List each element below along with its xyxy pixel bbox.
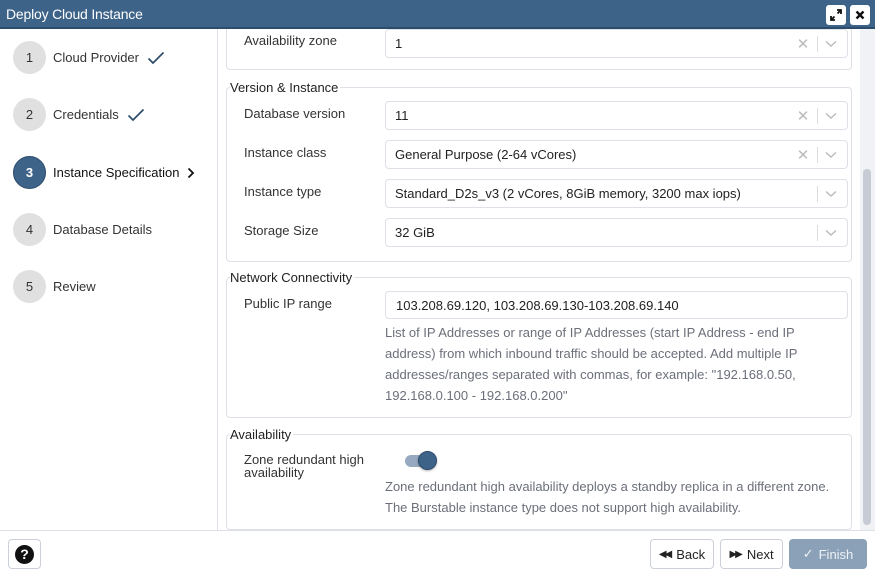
- dialog-title: Deploy Cloud Instance: [6, 5, 143, 22]
- form-content: Availability zone 1 ✕ Database version 1…: [219, 29, 860, 530]
- instance-class-label: Instance class: [244, 145, 327, 160]
- checkmark-icon: [147, 51, 165, 65]
- step-number: 2: [13, 98, 46, 131]
- dialog-footer: ? ◀◀ Back ▶▶ Next ✓ Finish: [0, 530, 875, 578]
- chevron-down-icon[interactable]: [824, 151, 838, 159]
- finish-button[interactable]: ✓ Finish: [789, 539, 867, 569]
- step-number: 5: [13, 270, 46, 303]
- step-number: 3: [13, 156, 46, 189]
- clear-icon[interactable]: ✕: [795, 146, 811, 164]
- public-ip-label: Public IP range: [244, 296, 332, 311]
- network-legend: Network Connectivity: [230, 270, 355, 285]
- public-ip-help: List of IP Addresses or range of IP Addr…: [385, 325, 798, 403]
- chevron-down-icon[interactable]: [824, 112, 838, 120]
- rewind-icon: ◀◀: [658, 548, 672, 560]
- clear-icon[interactable]: ✕: [795, 107, 811, 125]
- availability-legend: Availability: [230, 427, 294, 442]
- availability-zone-value: 1: [395, 36, 403, 51]
- zone-redundant-label: Zone redundant high availability: [244, 452, 364, 480]
- version-instance-fieldset: Database version 11 ✕ Instance class Gen…: [226, 87, 852, 262]
- fast-forward-icon: ▶▶: [729, 548, 742, 560]
- step-cloud-provider[interactable]: 1 Cloud Provider: [13, 41, 165, 74]
- clear-icon[interactable]: ✕: [795, 35, 811, 53]
- wizard-steps: 1 Cloud Provider 2 Credentials 3 Instanc…: [0, 29, 218, 530]
- instance-type-value: Standard_D2s_v3 (2 vCores, 8GiB memory, …: [395, 186, 741, 201]
- separator: [817, 35, 818, 52]
- scrollbar[interactable]: [860, 29, 875, 530]
- network-fieldset: Public IP range 103.208.69.120, 103.208.…: [226, 277, 852, 418]
- storage-size-value: 32 GiB: [395, 225, 435, 240]
- next-label: Next: [746, 546, 774, 562]
- scrollbar-thumb[interactable]: [863, 169, 871, 525]
- back-label: Back: [676, 546, 706, 562]
- separator: [817, 185, 818, 202]
- availability-zone-select[interactable]: 1 ✕: [385, 29, 848, 58]
- step-review[interactable]: 5 Review: [13, 270, 96, 303]
- database-version-select[interactable]: 11 ✕: [385, 101, 848, 130]
- checkmark-icon: [127, 108, 145, 122]
- close-x-icon: [855, 10, 865, 20]
- chevron-down-icon[interactable]: [824, 190, 838, 198]
- storage-size-label: Storage Size: [244, 223, 319, 238]
- dialog-titlebar: Deploy Cloud Instance: [0, 0, 875, 29]
- availability-zone-label: Availability zone: [244, 33, 337, 48]
- expand-arrows-icon: [830, 9, 842, 21]
- version-instance-legend: Version & Instance: [230, 80, 341, 95]
- close-button[interactable]: [850, 5, 870, 25]
- step-label: Cloud Provider: [53, 50, 139, 65]
- separator: [817, 224, 818, 241]
- chevron-right-icon: [187, 167, 195, 179]
- step-credentials[interactable]: 2 Credentials: [13, 98, 145, 131]
- step-label: Review: [53, 279, 96, 294]
- back-button[interactable]: ◀◀ Back: [650, 539, 714, 569]
- location-fieldset: Availability zone 1 ✕: [226, 29, 852, 70]
- maximize-button[interactable]: [826, 5, 846, 25]
- public-ip-value: 103.208.69.120, 103.208.69.130-103.208.6…: [396, 297, 679, 313]
- separator: [817, 146, 818, 163]
- instance-class-value: General Purpose (2-64 vCores): [395, 147, 577, 162]
- help-button[interactable]: ?: [8, 539, 41, 569]
- database-version-value: 11: [395, 108, 409, 123]
- zone-redundant-help: Zone redundant high availability deploys…: [385, 479, 830, 515]
- public-ip-input[interactable]: 103.208.69.120, 103.208.69.130-103.208.6…: [385, 291, 848, 319]
- toggle-knob: [418, 451, 437, 470]
- finish-label: Finish: [818, 546, 854, 562]
- step-number: 4: [13, 213, 46, 246]
- instance-class-select[interactable]: General Purpose (2-64 vCores) ✕: [385, 140, 848, 169]
- chevron-down-icon[interactable]: [824, 40, 838, 48]
- availability-fieldset: Zone redundant high availability Zone re…: [226, 434, 852, 530]
- zone-redundant-toggle[interactable]: [403, 450, 437, 470]
- step-database-details[interactable]: 4 Database Details: [13, 213, 152, 246]
- step-label: Database Details: [53, 222, 152, 237]
- step-label: Credentials: [53, 107, 119, 122]
- step-number: 1: [13, 41, 46, 74]
- step-instance-specification[interactable]: 3 Instance Specification: [13, 156, 195, 189]
- next-button[interactable]: ▶▶ Next: [720, 539, 783, 569]
- checkmark-icon: ✓: [802, 546, 814, 561]
- separator: [817, 107, 818, 124]
- database-version-label: Database version: [244, 106, 346, 121]
- step-label: Instance Specification: [53, 165, 180, 180]
- storage-size-select[interactable]: 32 GiB: [385, 218, 848, 247]
- question-circle-icon: ?: [15, 544, 34, 564]
- instance-type-label: Instance type: [244, 184, 322, 199]
- chevron-down-icon[interactable]: [824, 229, 838, 237]
- instance-type-select[interactable]: Standard_D2s_v3 (2 vCores, 8GiB memory, …: [385, 179, 848, 208]
